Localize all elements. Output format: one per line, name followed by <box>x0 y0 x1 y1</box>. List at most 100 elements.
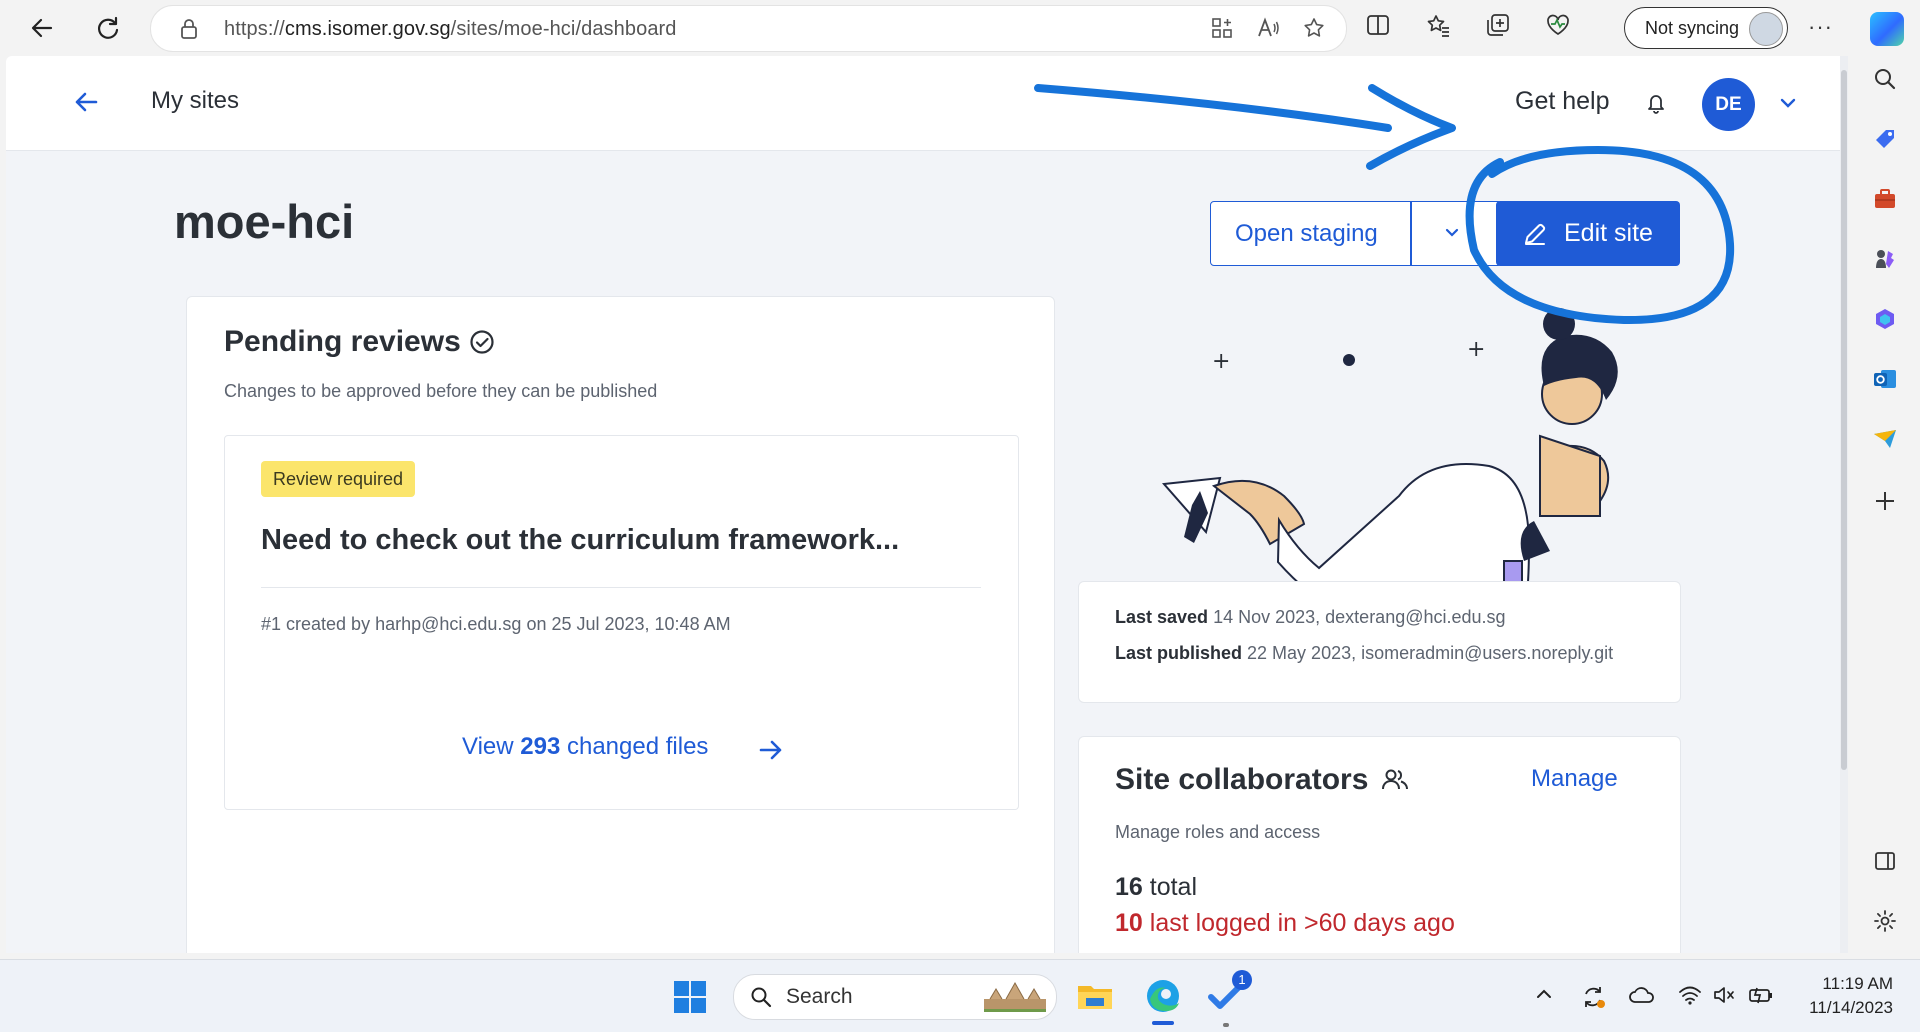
favorites-icon[interactable] <box>1425 12 1451 38</box>
inactive-count: 10 <box>1115 909 1143 937</box>
address-bar-actions <box>1210 16 1326 40</box>
collaborators-total: 16 total <box>1115 873 1197 902</box>
review-request-card[interactable]: Review required Need to check out the cu… <box>224 435 1019 810</box>
search-label: Search <box>786 985 853 1008</box>
bell-icon[interactable] <box>1646 92 1666 114</box>
sidebar-search-icon[interactable] <box>1870 64 1900 94</box>
site-collaborators-subtitle: Manage roles and access <box>1115 822 1321 842</box>
last-saved-value: 14 Nov 2023, dexterang@hci.edu.sg <box>1213 607 1506 627</box>
users-icon <box>1382 769 1408 790</box>
browser-essentials-icon[interactable] <box>1545 12 1571 38</box>
last-saved-label: Last saved <box>1115 607 1209 627</box>
copilot-icon[interactable] <box>1870 12 1904 46</box>
my-sites-link[interactable]: My sites <box>151 87 239 115</box>
total-label: total <box>1142 873 1198 901</box>
staging-dropdown-chevron-icon[interactable] <box>1444 226 1460 240</box>
sync-status-icon[interactable] <box>1580 984 1606 1010</box>
pending-reviews-subtitle: Changes to be approved before they can b… <box>224 381 658 401</box>
divider <box>261 587 981 588</box>
app-available-icon[interactable] <box>1210 16 1234 40</box>
save-info-card: Last saved 14 Nov 2023, dexterang@hci.ed… <box>1078 581 1681 703</box>
collections-icon[interactable] <box>1485 12 1511 38</box>
sidebar-outlook-icon[interactable] <box>1870 364 1900 394</box>
sidebar-tools-icon[interactable] <box>1870 184 1900 214</box>
back-arrow-icon[interactable] <box>72 88 100 116</box>
split-screen-icon[interactable] <box>1365 12 1391 38</box>
open-staging-label: Open staging <box>1235 220 1378 247</box>
review-meta: #1 created by harhp@hci.edu.sg on 25 Jul… <box>261 614 731 634</box>
sync-label: Not syncing <box>1645 17 1740 38</box>
sidebar-microsoft365-icon[interactable] <box>1870 304 1900 334</box>
total-count: 16 <box>1115 873 1143 901</box>
button-divider <box>1410 202 1412 265</box>
clock-time: 11:19 AM <box>1822 974 1893 993</box>
review-title[interactable]: Need to check out the curriculum framewo… <box>261 524 899 557</box>
view-changed-files-link[interactable]: View 293 changed files <box>462 733 708 761</box>
user-avatar[interactable]: DE <box>1702 78 1755 131</box>
wifi-icon[interactable] <box>1678 984 1702 1006</box>
lock-icon[interactable] <box>179 18 199 40</box>
svg-text:+: + <box>1212 349 1230 374</box>
cms-header: My sites Get help DE <box>6 56 1846 151</box>
sidebar-shopping-icon[interactable] <box>1870 124 1900 154</box>
notification-count-badge: 1 <box>1232 970 1252 990</box>
sidebar-games-icon[interactable] <box>1870 244 1900 274</box>
arrow-left-icon <box>31 18 53 38</box>
page-viewport: My sites Get help DE moe-hci Open stagin… <box>6 56 1846 953</box>
view-prefix: View <box>462 733 521 760</box>
profile-avatar <box>1749 12 1783 46</box>
url-prefix: https:// <box>224 18 285 40</box>
pending-reviews-card: Pending reviews Changes to be approved b… <box>186 296 1055 953</box>
browser-toolbar-icons <box>1365 12 1571 38</box>
windows-taskbar: Search 1 11:19 AM 11/14/2023 <box>0 959 1920 1032</box>
browser-back-button[interactable] <box>24 10 60 46</box>
address-bar[interactable]: https://cms.isomer.gov.sg/sites/moe-hci/… <box>150 5 1347 52</box>
profile-sync-button[interactable]: Not syncing <box>1624 7 1788 49</box>
windows-start-icon[interactable] <box>673 980 707 1014</box>
last-published-label: Last published <box>1115 643 1243 663</box>
sidebar-add-icon[interactable] <box>1870 486 1900 516</box>
status-badge: Review required <box>261 461 416 497</box>
file-explorer-icon[interactable] <box>1073 974 1117 1018</box>
edge-sidebar <box>1850 56 1920 953</box>
search-highlight-temple-icon <box>984 981 1046 1012</box>
chevron-down-icon[interactable] <box>1779 96 1797 110</box>
pending-reviews-title: Pending reviews <box>224 325 461 358</box>
search-icon <box>751 987 772 1008</box>
refresh-icon <box>97 16 119 39</box>
site-collaborators-title: Site collaborators <box>1115 763 1369 796</box>
more-options-icon[interactable]: ··· <box>1808 14 1833 40</box>
edit-site-label: Edit site <box>1564 219 1653 247</box>
collaborators-inactive: 10 last logged in >60 days ago <box>1115 909 1455 938</box>
scrollbar-thumb[interactable] <box>1841 70 1847 770</box>
last-saved: Last saved 14 Nov 2023, dexterang@hci.ed… <box>1115 607 1506 628</box>
url-host: cms.isomer.gov.sg <box>284 18 451 40</box>
taskbar-search[interactable]: Search <box>733 974 1057 1020</box>
last-published-value: 22 May 2023, isomeradmin@users.noreply.g… <box>1247 643 1614 663</box>
sidebar-toggle-icon[interactable] <box>1870 846 1900 876</box>
page-title: moe-hci <box>174 195 355 248</box>
pencil-icon <box>1525 223 1546 245</box>
get-help-link[interactable]: Get help <box>1515 87 1610 116</box>
battery-icon[interactable] <box>1748 984 1774 1006</box>
edge-browser-icon[interactable] <box>1141 974 1185 1018</box>
running-app-indicator <box>1223 1023 1229 1027</box>
sidebar-settings-icon[interactable] <box>1870 906 1900 936</box>
browser-toolbar: https://cms.isomer.gov.sg/sites/moe-hci/… <box>0 0 1920 56</box>
system-clock[interactable]: 11:19 AM 11/14/2023 <box>1793 972 1893 1020</box>
edit-site-button[interactable]: Edit site <box>1496 201 1680 266</box>
speaker-muted-icon[interactable] <box>1712 984 1736 1006</box>
view-suffix: changed files <box>560 733 709 760</box>
browser-refresh-button[interactable] <box>90 10 126 46</box>
read-aloud-icon[interactable] <box>1256 16 1280 40</box>
last-published: Last published 22 May 2023, isomeradmin@… <box>1115 643 1613 664</box>
clock-date: 11/14/2023 <box>1809 998 1893 1017</box>
sidebar-send-icon[interactable] <box>1870 424 1900 454</box>
url-text[interactable]: https://cms.isomer.gov.sg/sites/moe-hci/… <box>224 18 677 41</box>
chevron-up-icon[interactable] <box>1534 984 1554 1004</box>
onedrive-cloud-icon[interactable] <box>1628 984 1656 1006</box>
open-staging-button[interactable]: Open staging <box>1210 201 1502 266</box>
favorite-star-icon[interactable] <box>1302 16 1326 40</box>
manage-collaborators-link[interactable]: Manage <box>1531 765 1618 793</box>
arrow-right-icon[interactable] <box>758 738 784 762</box>
